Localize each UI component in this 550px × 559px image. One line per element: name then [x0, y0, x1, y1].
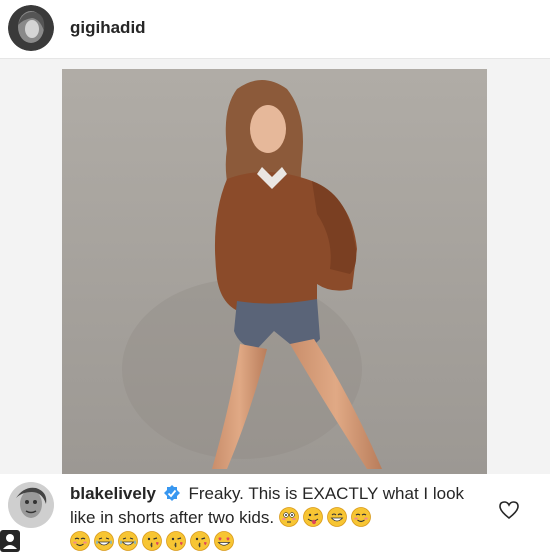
post-username[interactable]: gigihadid: [70, 18, 146, 38]
post-photo[interactable]: [62, 69, 487, 474]
kissing-heart-face-emoji-icon: [142, 531, 162, 551]
profile-photo-icon: [8, 5, 54, 51]
kissing-heart-face-emoji-icon: [190, 531, 210, 551]
flushed-face-emoji-icon: [278, 507, 299, 527]
crying-laughing-face-emoji-icon: [94, 531, 114, 551]
avatar[interactable]: [8, 5, 54, 51]
post-header: gigihadid: [0, 0, 550, 59]
emoji-row: [278, 506, 375, 530]
like-button[interactable]: [498, 500, 520, 520]
person-silhouette-icon: [3, 534, 17, 549]
grinning-face-emoji-icon: [326, 507, 347, 527]
comment-username[interactable]: blakelively: [70, 484, 156, 503]
verified-badge-icon: [163, 485, 180, 501]
winking-tongue-face-emoji-icon: [302, 507, 323, 527]
comment-avatar[interactable]: [8, 482, 54, 528]
follow-button[interactable]: [0, 530, 20, 552]
crying-laughing-face-emoji-icon: [118, 531, 138, 551]
smiling-face-emoji-icon: [350, 507, 371, 527]
fashion-photo-icon: [62, 69, 487, 474]
heart-outline-icon: [499, 501, 519, 520]
profile-photo-icon: [8, 482, 54, 528]
kissing-heart-face-emoji-icon: [166, 531, 186, 551]
smiling-face-emoji-icon: [70, 531, 90, 551]
comment-row: blakelively Freaky. This is EXACTLY what…: [0, 474, 550, 559]
emoji-row: [70, 530, 238, 554]
heart-eyes-face-emoji-icon: [214, 531, 234, 551]
comment-text-block: blakelively Freaky. This is EXACTLY what…: [70, 482, 470, 554]
